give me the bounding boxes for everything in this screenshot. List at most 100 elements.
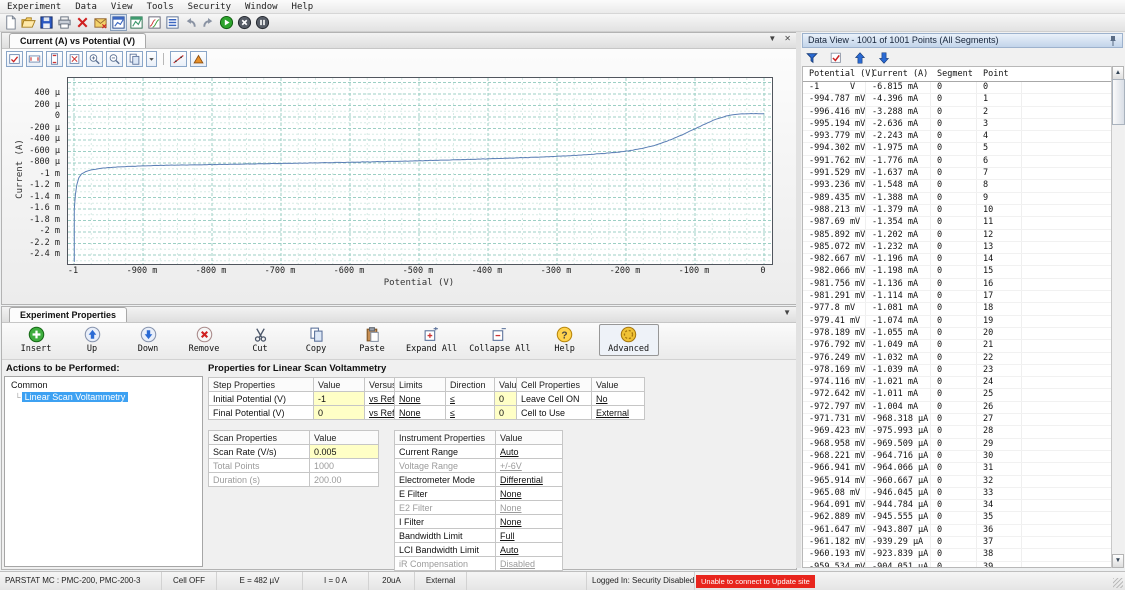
table-row[interactable]: -994.302 mV-1.975 mA05 bbox=[803, 143, 1111, 155]
column-header[interactable]: Potential (V) bbox=[803, 67, 866, 81]
expand-all-button[interactable]: Expand All bbox=[406, 326, 457, 354]
insert-button[interactable]: Insert bbox=[14, 326, 58, 354]
save-icon[interactable] bbox=[39, 15, 54, 30]
table-row[interactable]: -974.116 mV-1.021 mA024 bbox=[803, 377, 1111, 389]
property-value[interactable]: None bbox=[496, 515, 563, 529]
remove-button[interactable]: Remove bbox=[182, 326, 226, 354]
property-value[interactable]: External bbox=[592, 406, 645, 420]
property-value[interactable]: ≤ bbox=[446, 406, 495, 420]
property-label[interactable]: +/-6V bbox=[496, 459, 563, 473]
table-row[interactable]: -978.189 mV-1.055 mA020 bbox=[803, 328, 1111, 340]
table-row[interactable]: -981.756 mV-1.136 mA016 bbox=[803, 279, 1111, 291]
menu-tools[interactable]: Tools bbox=[140, 2, 181, 12]
chevron-down-icon[interactable]: ▼ bbox=[768, 34, 776, 43]
copy-options-dropdown-icon[interactable] bbox=[146, 51, 157, 67]
property-value[interactable]: -1 bbox=[314, 392, 365, 406]
paste-button[interactable]: Paste bbox=[350, 326, 394, 354]
table-row[interactable]: -993.236 mV-1.548 mA08 bbox=[803, 180, 1111, 192]
menu-data[interactable]: Data bbox=[68, 2, 104, 12]
collapse-all-button[interactable]: Collapse All bbox=[469, 326, 530, 354]
scroll-up-icon[interactable]: ▲ bbox=[1112, 66, 1124, 80]
experiment-properties-tab[interactable]: Experiment Properties bbox=[9, 307, 127, 322]
rescale-auto-icon[interactable] bbox=[66, 51, 83, 67]
list-view-icon[interactable] bbox=[165, 15, 180, 30]
copy-graph-icon[interactable] bbox=[126, 51, 143, 67]
export-icon[interactable] bbox=[93, 15, 108, 30]
column-select-icon[interactable] bbox=[829, 51, 843, 65]
pause-experiment-icon[interactable] bbox=[255, 15, 270, 30]
run-experiment-icon[interactable] bbox=[219, 15, 234, 30]
table-row[interactable]: -962.889 mV-945.555 µA035 bbox=[803, 512, 1111, 524]
track-data-icon[interactable] bbox=[6, 51, 23, 67]
copy-button[interactable]: Copy bbox=[294, 326, 338, 354]
chart-tab[interactable]: Current (A) vs Potential (V) bbox=[9, 33, 146, 48]
property-value[interactable]: None bbox=[496, 487, 563, 501]
property-label[interactable]: Disabled bbox=[496, 557, 563, 571]
table-row[interactable]: -960.193 mV-923.839 µA038 bbox=[803, 549, 1111, 561]
property-value[interactable]: None bbox=[395, 406, 446, 420]
table-row[interactable]: -959.534 mV-904.051 µA039 bbox=[803, 562, 1111, 568]
table-row[interactable]: -966.941 mV-964.066 µA031 bbox=[803, 463, 1111, 475]
table-row[interactable]: -972.797 mV-1.004 mA026 bbox=[803, 402, 1111, 414]
stop-experiment-icon[interactable] bbox=[237, 15, 252, 30]
table-row[interactable]: -976.792 mV-1.049 mA021 bbox=[803, 340, 1111, 352]
peak-tool-icon[interactable] bbox=[190, 51, 207, 67]
property-value[interactable]: ≤ bbox=[446, 392, 495, 406]
tree-node-common[interactable]: Common bbox=[11, 380, 202, 390]
overlay-graph-icon[interactable] bbox=[147, 15, 162, 30]
menu-security[interactable]: Security bbox=[181, 2, 238, 12]
scroll-down-icon[interactable]: ▼ bbox=[1112, 554, 1124, 568]
table-row[interactable]: -982.667 mV-1.196 mA014 bbox=[803, 254, 1111, 266]
table-row[interactable]: -972.642 mV-1.011 mA025 bbox=[803, 389, 1111, 401]
column-header[interactable]: Point bbox=[977, 67, 1022, 81]
table-row[interactable]: -988.213 mV-1.379 mA010 bbox=[803, 205, 1111, 217]
plot-area[interactable] bbox=[67, 77, 773, 265]
down-button[interactable]: Down bbox=[126, 326, 170, 354]
data-table-scrollbar[interactable]: ▲ ▼ bbox=[1111, 66, 1124, 568]
table-row[interactable]: -977.8 mV-1.081 mA018 bbox=[803, 303, 1111, 315]
column-header[interactable]: Current (A) bbox=[866, 67, 931, 81]
zoom-in-icon[interactable] bbox=[86, 51, 103, 67]
menu-help[interactable]: Help bbox=[285, 2, 321, 12]
property-value[interactable]: None bbox=[395, 392, 446, 406]
display-graph-icon[interactable] bbox=[111, 15, 126, 30]
scroll-to-last-icon[interactable] bbox=[877, 51, 891, 65]
property-value[interactable]: No bbox=[592, 392, 645, 406]
resize-grip-icon[interactable] bbox=[1113, 578, 1123, 588]
property-value[interactable]: 0.005 bbox=[310, 445, 379, 459]
table-row[interactable]: -993.779 mV-2.243 mA04 bbox=[803, 131, 1111, 143]
open-icon[interactable] bbox=[21, 15, 36, 30]
table-row[interactable]: -968.221 mV-964.716 µA030 bbox=[803, 451, 1111, 463]
table-row[interactable]: -1 V-6.815 mA00 bbox=[803, 82, 1111, 94]
property-label[interactable]: None bbox=[496, 501, 563, 515]
menu-view[interactable]: View bbox=[104, 2, 140, 12]
slope-tool-icon[interactable] bbox=[170, 51, 187, 67]
table-row[interactable]: -981.291 mV-1.114 mA017 bbox=[803, 291, 1111, 303]
pin-icon[interactable] bbox=[1108, 35, 1118, 46]
table-row[interactable]: -965.914 mV-960.667 µA032 bbox=[803, 476, 1111, 488]
table-row[interactable]: -969.423 mV-975.993 µA028 bbox=[803, 426, 1111, 438]
table-row[interactable]: -996.416 mV-3.288 mA02 bbox=[803, 107, 1111, 119]
table-row[interactable]: -991.529 mV-1.637 mA07 bbox=[803, 168, 1111, 180]
table-row[interactable]: -985.892 mV-1.202 mA012 bbox=[803, 230, 1111, 242]
rescale-x-icon[interactable] bbox=[26, 51, 43, 67]
rescale-y-icon[interactable] bbox=[46, 51, 63, 67]
table-row[interactable]: -979.41 mV-1.074 mA019 bbox=[803, 316, 1111, 328]
scroll-to-first-icon[interactable] bbox=[853, 51, 867, 65]
table-row[interactable]: -978.169 mV-1.039 mA023 bbox=[803, 365, 1111, 377]
scrollbar-thumb[interactable] bbox=[1112, 79, 1125, 125]
property-value[interactable]: Auto bbox=[496, 445, 563, 459]
table-row[interactable]: -982.066 mV-1.198 mA015 bbox=[803, 266, 1111, 278]
new-document-icon[interactable] bbox=[3, 15, 18, 30]
cut-button[interactable]: Cut bbox=[238, 326, 282, 354]
table-row[interactable]: -971.731 mV-968.318 µA027 bbox=[803, 414, 1111, 426]
table-row[interactable]: -995.194 mV-2.636 mA03 bbox=[803, 119, 1111, 131]
table-row[interactable]: -989.435 mV-1.388 mA09 bbox=[803, 193, 1111, 205]
property-value[interactable]: 0 bbox=[314, 406, 365, 420]
advanced-button[interactable]: Advanced bbox=[599, 324, 659, 356]
column-header[interactable]: Segment bbox=[931, 67, 977, 81]
tree-node-selected[interactable]: └ Linear Scan Voltammetry bbox=[15, 392, 202, 402]
delete-icon[interactable] bbox=[75, 15, 90, 30]
table-row[interactable]: -961.647 mV-943.807 µA036 bbox=[803, 525, 1111, 537]
zoom-out-icon[interactable] bbox=[106, 51, 123, 67]
